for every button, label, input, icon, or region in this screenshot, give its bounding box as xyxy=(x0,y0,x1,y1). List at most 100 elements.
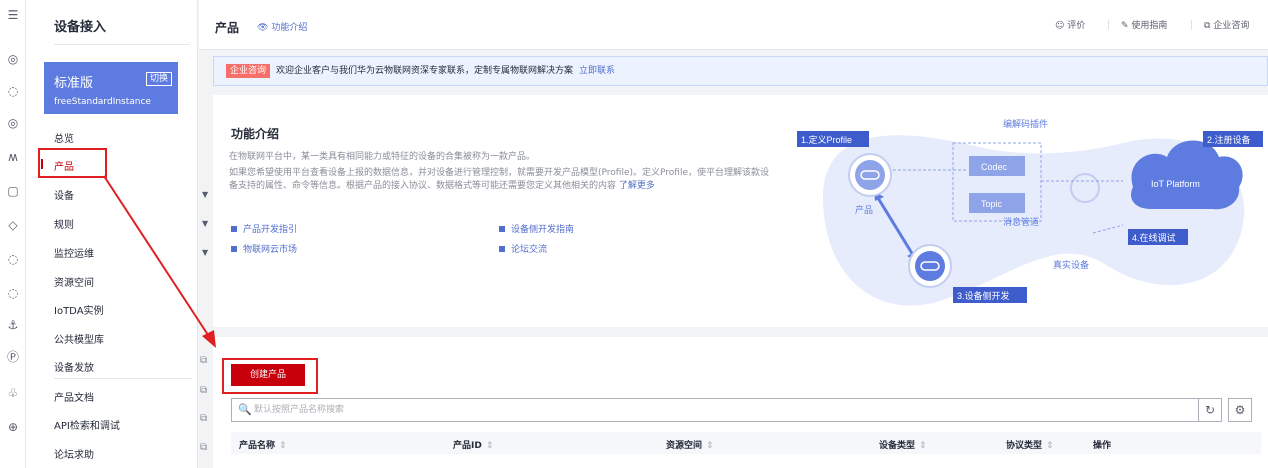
column-label: 设备类型 xyxy=(879,441,916,451)
annotation-arrow xyxy=(103,175,216,348)
real-device-label: 真实设备 xyxy=(1053,259,1089,270)
rate-label: 评价 xyxy=(1067,21,1086,31)
smile-icon: ☺ xyxy=(1055,21,1065,31)
product-search-input[interactable]: 🔍 默认按照产品名称搜索 xyxy=(231,398,1199,422)
sort-icon[interactable]: ⇕ xyxy=(919,441,927,451)
sidebar-item-monitoring[interactable]: 监控运维 xyxy=(54,245,94,260)
column-device-type[interactable]: 设备类型 ⇕ xyxy=(879,438,927,451)
divider xyxy=(54,378,192,379)
page-header: 产品 👁 功能介绍 ☺ 评价 ✎ 使用指南 ⧉ 企业咨询 xyxy=(199,0,1268,50)
codec-label: Codec xyxy=(981,162,1008,172)
column-label: 产品名称 xyxy=(239,441,276,451)
feature-intro-link[interactable]: 👁 功能介绍 xyxy=(257,20,307,33)
feature-intro-card: 功能介绍 在物联网平台中，某一类具有相同能力或特征的设备的合集被称为一款产品。 … xyxy=(213,95,1268,327)
eye-icon: 👁 xyxy=(257,23,269,33)
external-link-icon: ⧉ xyxy=(200,355,208,366)
column-product-name[interactable]: 产品名称 ⇕ xyxy=(239,438,287,451)
document-icon[interactable]: ▢ xyxy=(6,184,20,198)
rate-button[interactable]: ☺ 评价 xyxy=(1055,18,1085,31)
codec-plugin-label: 编解码插件 xyxy=(1003,118,1048,129)
enterprise-consult-button[interactable]: ⧉ 企业咨询 xyxy=(1204,18,1249,31)
divider xyxy=(1191,20,1192,30)
external-link-icon: ⧉ xyxy=(200,442,208,453)
column-label: 协议类型 xyxy=(1006,441,1043,451)
consult-banner: 企业咨询 欢迎企业客户与我们华为云物联网资深专家联系，定制专属物联网解决方案 立即联… xyxy=(213,56,1268,86)
sidebar-item-devices[interactable]: 设备 xyxy=(54,187,74,202)
divider xyxy=(1108,20,1109,30)
cloud-service-icon[interactable]: ◎ xyxy=(6,116,20,130)
arrow-head xyxy=(202,330,216,348)
feature-title: 功能介绍 xyxy=(231,127,280,141)
feature-description-detail: 如果您希望使用平台查看设备上报的数据信息，并对设备进行管理控制，就需要开发产品模… xyxy=(229,167,769,193)
product-label: 产品 xyxy=(855,204,873,215)
sidebar-item-overview[interactable]: 总览 xyxy=(54,130,74,145)
globe-icon[interactable]: ⊕ xyxy=(6,420,20,434)
product-list-card: 创建产品 🔍 默认按照产品名称搜索 ↻ ⚙ 产品名称 ⇕ 产品ID ⇕ 资源空间 ⇕ … xyxy=(213,337,1268,468)
parking-icon[interactable]: Ⓟ xyxy=(6,350,20,364)
monitor-icon[interactable]: ʍ xyxy=(6,150,20,164)
menu-icon[interactable]: ☰ xyxy=(6,8,20,22)
step4-label: 4.在线调试 xyxy=(1132,232,1176,243)
search-placeholder: 默认按照产品名称搜索 xyxy=(254,405,345,415)
usage-guide-label: 使用指南 xyxy=(1131,21,1168,31)
cloud-icon[interactable]: ◇ xyxy=(6,218,20,232)
sort-icon[interactable]: ⇕ xyxy=(279,441,287,451)
chat-icon: ⧉ xyxy=(1204,21,1211,31)
cloud-icon[interactable]: ◌ xyxy=(6,286,20,300)
highlight-box xyxy=(222,358,318,394)
column-label: 产品ID xyxy=(453,441,482,451)
forum-link[interactable]: 论坛交流 xyxy=(499,242,547,255)
icon-rail: ☰ ◎ ◌ ◎ ʍ ▢ ◇ ◌ ◌ ⚓ Ⓟ ♧ ⊕ xyxy=(0,0,26,468)
topic-label: Topic xyxy=(981,199,1003,209)
column-operation: 操作 xyxy=(1093,438,1111,451)
edit-icon: ✎ xyxy=(1121,21,1129,31)
cloud-service-icon[interactable]: ◌ xyxy=(6,84,20,98)
column-product-id[interactable]: 产品ID ⇕ xyxy=(453,438,493,451)
table-header: 产品名称 ⇕ 产品ID ⇕ 资源空间 ⇕ 设备类型 ⇕ 协议类型 ⇕ 操作 xyxy=(231,432,1261,454)
sort-icon[interactable]: ⇕ xyxy=(1046,441,1054,451)
device-dev-guide-link[interactable]: 设备侧开发指南 xyxy=(499,222,574,235)
step3-label: 3.设备侧开发 xyxy=(957,290,1010,301)
column-resource-space[interactable]: 资源空间 ⇕ xyxy=(666,438,714,451)
divider xyxy=(54,44,190,45)
sidebar-item-resource-space[interactable]: 资源空间 xyxy=(54,274,94,289)
sidebar-item-product-docs[interactable]: 产品文档 xyxy=(54,389,94,404)
anchor-icon[interactable]: ⚓ xyxy=(6,318,20,332)
iot-marketplace-link[interactable]: 物联网云市场 xyxy=(231,242,297,255)
column-protocol-type[interactable]: 协议类型 ⇕ xyxy=(1006,438,1054,451)
message-pipe-label: 消息管道 xyxy=(1003,216,1039,227)
external-link-icon: ⧉ xyxy=(200,385,208,396)
sidebar-item-forum[interactable]: 论坛求助 xyxy=(54,446,94,461)
learn-more-link[interactable]: 了解更多 xyxy=(619,181,655,191)
product-flow-diagram: 1.定义Profile 2.注册设备 3.设备侧开发 4.在线调试 编解码插件 … xyxy=(797,118,1263,306)
refresh-button[interactable]: ↻ xyxy=(1198,398,1222,422)
sidebar-item-rules[interactable]: 规则 xyxy=(54,216,74,231)
iot-platform-label: IoT Platform xyxy=(1151,179,1200,189)
search-icon: 🔍 xyxy=(238,403,252,416)
usage-guide-button[interactable]: ✎ 使用指南 xyxy=(1121,18,1167,31)
sidebar-item-provisioning[interactable]: 设备发放 xyxy=(54,359,94,374)
external-link-icon: ⧉ xyxy=(200,413,208,424)
group-icon[interactable]: ♧ xyxy=(6,386,20,400)
column-label: 资源空间 xyxy=(666,441,703,451)
cloud-icon[interactable]: ◌ xyxy=(6,252,20,266)
cloud-service-icon[interactable]: ◎ xyxy=(6,52,20,66)
instance-name: freeStandardInstance xyxy=(54,97,151,107)
arrow-line xyxy=(103,175,211,339)
banner-text: 欢迎企业客户与我们华为云物联网资深专家联系，定制专属物联网解决方案 xyxy=(276,66,574,76)
sidebar-item-api-explorer[interactable]: API检索和调试 xyxy=(54,417,120,432)
sort-icon[interactable]: ⇕ xyxy=(486,441,494,451)
feature-description: 在物联网平台中，某一类具有相同能力或特征的设备的合集被称为一款产品。 xyxy=(229,152,536,162)
step1-label: 1.定义Profile xyxy=(801,134,852,145)
feature-detail-text: 如果您希望使用平台查看设备上报的数据信息，并对设备进行管理控制，就需要开发产品模… xyxy=(229,168,769,191)
settings-button[interactable]: ⚙ xyxy=(1228,398,1252,422)
real-device-node-core xyxy=(915,251,945,281)
contact-now-link[interactable]: 立即联系 xyxy=(579,66,615,76)
switch-edition-button[interactable]: 切换 xyxy=(145,72,172,86)
sort-icon[interactable]: ⇕ xyxy=(706,441,714,451)
product-dev-guide-link[interactable]: 产品开发指引 xyxy=(231,222,297,235)
refresh-icon: ↻ xyxy=(1204,403,1216,417)
edition-card: 标准版 freeStandardInstance 切换 xyxy=(44,62,178,114)
gear-icon: ⚙ xyxy=(1234,403,1246,417)
product-node-core xyxy=(855,160,885,190)
